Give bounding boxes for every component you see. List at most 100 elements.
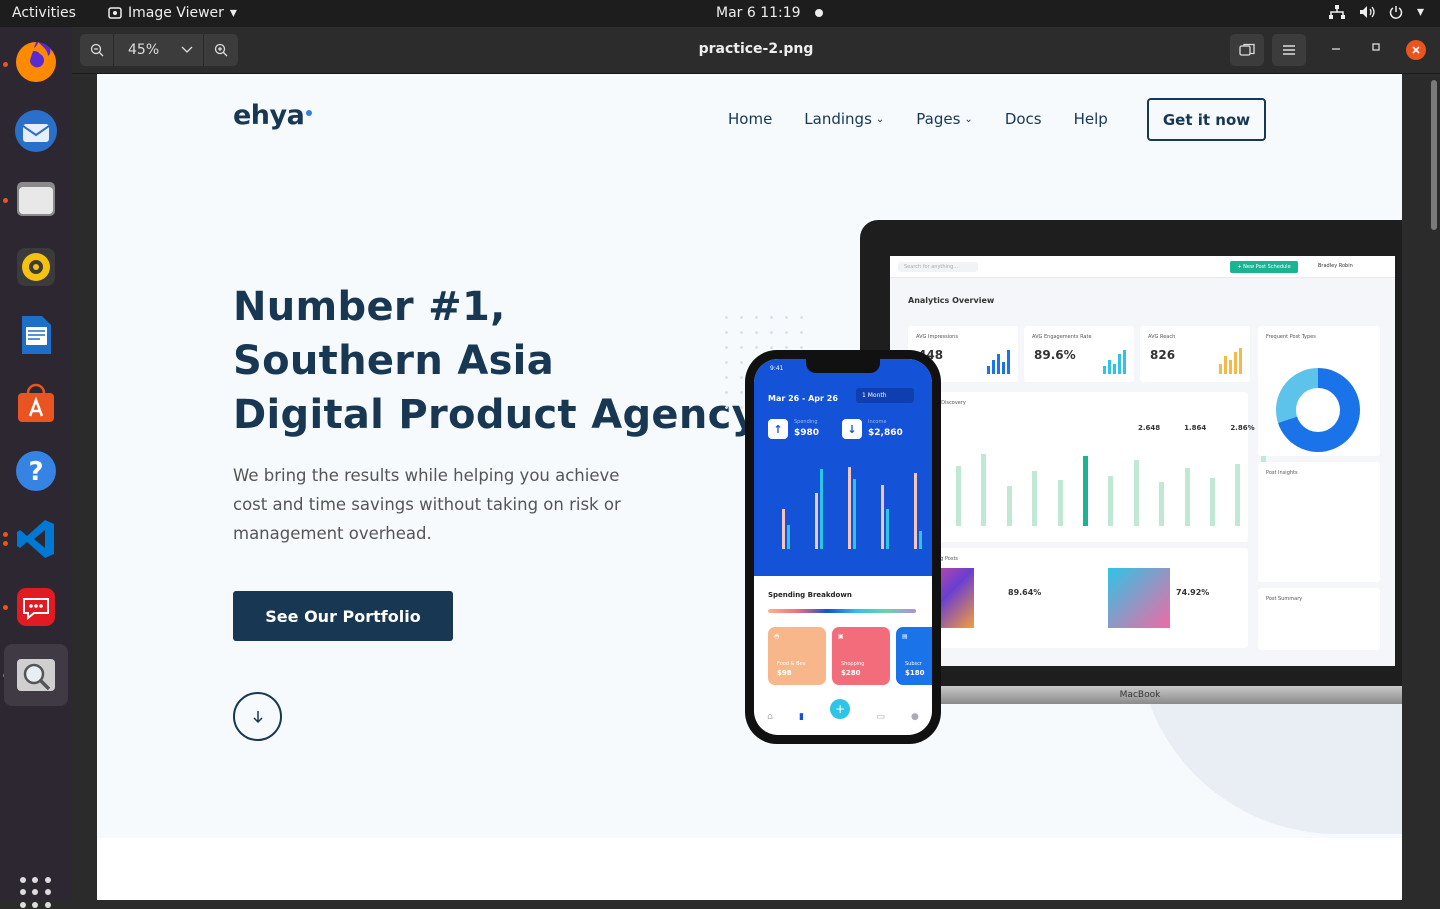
donut-chart [1276,368,1360,452]
dock-software[interactable] [8,375,64,431]
growth-stat: 2.648 [1138,424,1161,432]
phone-period-select: 1 Month [856,388,914,403]
category-card: ▣ Shopping $280 [832,627,890,685]
clock-text: Mar 6 11:19 [716,5,801,21]
growth-stats: 2.648 1.864 2.86% [1138,424,1255,432]
maximize-button[interactable] [1370,41,1382,57]
arrow-down-icon [252,710,263,723]
app-menu-label: Image Viewer [128,5,224,21]
nav-pages: Pages ⌄ [916,110,973,128]
headline-line: Southern Asia [233,338,554,384]
nav-label: Docs [1004,110,1042,128]
headline-line: Digital Product Agency [233,392,758,438]
fullscreen-button[interactable] [1230,34,1264,66]
vertical-scrollbar[interactable] [1431,80,1437,230]
see-portfolio-button: See Our Portfolio [233,591,453,641]
nav-home: Home [728,110,772,128]
activities-button[interactable]: Activities [12,5,76,21]
dock-chat[interactable] [8,579,64,635]
category-name: Food & Bev [777,661,806,667]
dock-image-viewer[interactable] [4,644,68,706]
dock-vscode[interactable] [8,511,64,567]
stat-value: $980 [794,427,820,438]
maximize-icon [1372,43,1380,51]
dashboard-screenshot: Search for anything... + New Post Schedu… [890,256,1395,666]
home-icon: ⌂ [767,712,773,722]
phone-notch [806,359,880,373]
minimize-icon [1332,48,1340,50]
thunderbird-icon [15,110,57,152]
vscode-icon [17,520,54,558]
dashboard-title: Analytics Overview [908,296,995,305]
system-tray[interactable]: ▾ [1328,4,1424,20]
chevron-down-icon: ⌄ [875,113,885,125]
app-menu[interactable]: Image Viewer ▾ [108,5,237,21]
system-top-bar: Activities Image Viewer ▾ Mar 6 11:19 ▾ [0,0,1440,27]
logo-text: ehya [233,100,305,131]
shopping-icon: ▣ [838,633,844,640]
card-label: Frequent Post Types [1266,334,1316,340]
clock[interactable]: Mar 6 11:19 [716,5,823,21]
nav-label: Landings [804,110,872,128]
dock-help[interactable]: ? [8,443,64,499]
scroll-down-button [233,692,282,741]
zoom-dropdown-button[interactable] [170,34,204,66]
svg-text:?: ? [28,457,43,487]
image-canvas[interactable]: ehya Home Landings ⌄ Pages ⌄ Docs Help Get… [72,74,1440,900]
zoom-out-button[interactable] [80,34,114,66]
logo-dot-icon [306,110,313,116]
post-summary-card: Post Summary [1258,588,1380,650]
card-label: Post Summary [1266,596,1303,602]
breakdown-bar [768,609,916,613]
network-icon [1328,5,1345,19]
laptop-mockup: Search for anything... + New Post Schedu… [850,220,1402,704]
dock-thunderbird[interactable] [8,103,64,159]
phone-header: 9:41 Mar 26 - Apr 26 1 Month ↑ Spending … [754,359,932,576]
card-label: AVG Impressions [916,334,958,340]
minimize-button[interactable] [1330,41,1342,57]
headline-line: Number #1, [233,284,506,330]
chat-icon [17,588,55,626]
post-insights-card: Post Insights [1258,462,1380,582]
dock-writer[interactable] [8,307,64,363]
software-center-icon [18,383,54,422]
dock-rhythmbox[interactable] [8,239,64,295]
add-icon: + [830,699,851,719]
zoom-out-icon [90,43,103,57]
chart-icon: ▮ [799,712,804,722]
mini-chart [1219,348,1242,374]
dock-firefox[interactable] [8,34,64,90]
category-amount: $280 [841,669,861,677]
notification-dot-icon [814,9,823,17]
stat-label: Income [868,419,887,425]
category-amount: $180 [905,669,925,677]
stat-value: $2,860 [868,427,903,438]
power-icon [1389,6,1403,19]
food-icon: ◓ [774,633,780,640]
zoom-in-button[interactable] [204,34,238,66]
help-icon: ? [16,451,56,491]
dock-files[interactable] [8,171,64,227]
post-engagement: 74.92% [1176,588,1210,597]
site-logo: ehya [233,100,313,131]
image-viewer-icon [17,659,55,691]
zoom-controls: 45% [80,34,238,66]
dashboard-new-post-button: + New Post Schedule [1230,261,1298,273]
show-apps-icon[interactable] [20,877,52,909]
dock: ? [0,27,72,908]
phone-tab-bar: ⌂ ▮ + ▭ ● [754,699,932,735]
post-engagement: 89.64% [1008,588,1042,597]
stat-label: Spending [794,419,818,425]
hero-headline: Number #1, Southern Asia Digital Product… [233,280,758,442]
growth-stat: 1.864 [1184,424,1207,432]
zoom-level[interactable]: 45% [114,34,170,66]
phone-screen: 9:41 Mar 26 - Apr 26 1 Month ↑ Spending … [754,359,932,735]
fullscreen-icon [1239,43,1255,56]
card-label: Post Insights [1266,470,1298,476]
chevron-down-icon: ⌄ [964,113,973,125]
main-menu-button[interactable] [1272,34,1306,66]
phone-spending: ↑ Spending $980 [768,419,819,439]
dashboard-user: Bradley Robin [1318,263,1353,269]
close-button[interactable] [1406,40,1426,60]
get-it-now-button: Get it now [1147,98,1266,141]
